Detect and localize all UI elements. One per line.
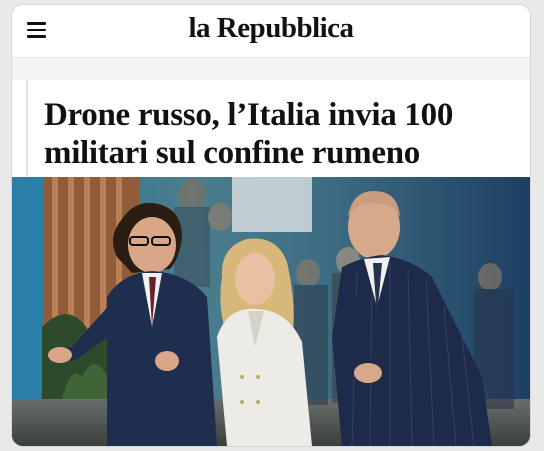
header-spacer	[12, 58, 530, 80]
headline-divider	[26, 80, 28, 177]
article-photo[interactable]	[12, 177, 530, 446]
article-headline[interactable]: Drone russo, l’Italia invia 100 militari…	[44, 96, 514, 172]
headline-box: Drone russo, l’Italia invia 100 militari…	[12, 80, 530, 177]
news-card[interactable]: la Repubblica Drone russo, l’Italia invi…	[11, 4, 531, 447]
top-bar: la Repubblica	[12, 5, 530, 58]
site-logo[interactable]: la Repubblica	[12, 12, 530, 45]
